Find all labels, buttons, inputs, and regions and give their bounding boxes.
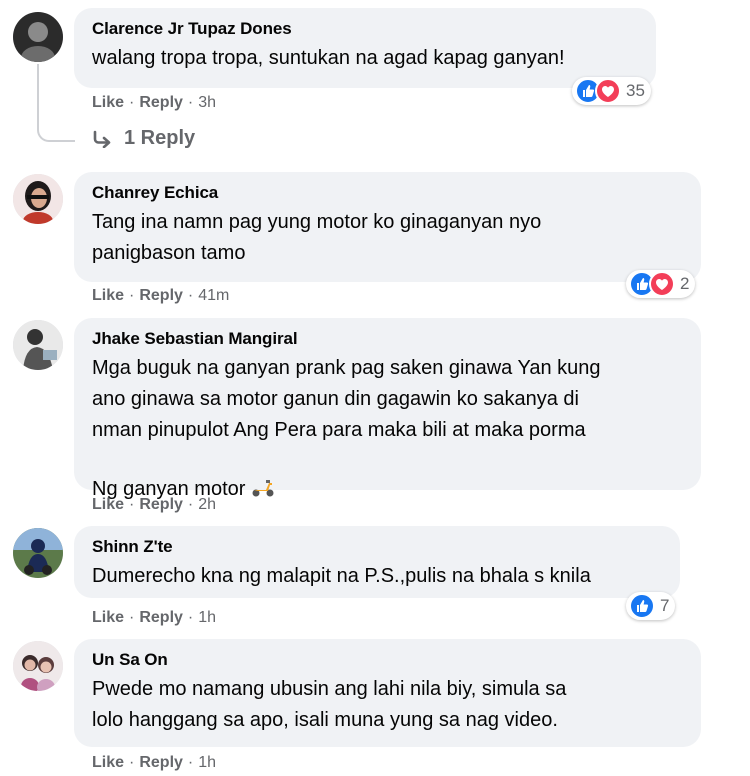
avatar[interactable]: [13, 320, 63, 370]
comment-bubble: Clarence Jr Tupaz Dones walang tropa tro…: [74, 8, 656, 88]
comment-bubble: Shinn Z'te Dumerecho kna ng malapit na P…: [74, 526, 680, 598]
comment-time[interactable]: 1h: [198, 754, 216, 771]
comment-author[interactable]: Clarence Jr Tupaz Dones: [92, 18, 640, 40]
comment-text: Pwede mo namang ubusin ang lahi nila biy…: [92, 678, 567, 731]
like-button[interactable]: Like: [92, 609, 124, 626]
comment-author[interactable]: Un Sa On: [92, 649, 685, 671]
reaction-summary[interactable]: 7: [626, 592, 676, 620]
reaction-summary[interactable]: 2: [626, 270, 696, 298]
reply-button[interactable]: Reply: [139, 94, 183, 111]
comment-text: Tang ina namn pag yung motor ko ginagany…: [92, 211, 542, 264]
avatar[interactable]: [13, 174, 63, 224]
separator-dot: ·: [129, 287, 135, 304]
comment-time[interactable]: 1h: [198, 609, 216, 626]
separator-dot: ·: [187, 496, 194, 513]
comment-time[interactable]: 3h: [198, 94, 216, 111]
comment-actions: Like · Reply · 2h: [92, 495, 216, 515]
separator-dot: ·: [129, 496, 135, 513]
love-reaction-icon: [595, 78, 621, 104]
like-button[interactable]: Like: [92, 496, 124, 513]
comment-actions: Like · Reply · 1h: [92, 753, 216, 773]
separator-dot: ·: [187, 287, 194, 304]
reaction-count: 35: [626, 81, 645, 100]
like-reaction-icon: [629, 593, 655, 619]
reply-arrow-icon: [93, 130, 111, 148]
avatar[interactable]: [13, 528, 63, 578]
avatar[interactable]: [13, 12, 63, 62]
separator-dot: ·: [129, 754, 135, 771]
reply-button[interactable]: Reply: [139, 609, 183, 626]
view-replies-link[interactable]: 1 Reply: [92, 127, 195, 150]
comment-bubble: Un Sa On Pwede mo namang ubusin ang lahi…: [74, 639, 701, 747]
separator-dot: ·: [187, 609, 194, 626]
replies-count-label[interactable]: 1 Reply: [124, 127, 195, 150]
avatar[interactable]: [13, 641, 63, 691]
reaction-summary[interactable]: 35: [572, 77, 651, 105]
comment-author[interactable]: Jhake Sebastian Mangiral: [92, 328, 685, 350]
comment-text: walang tropa tropa, suntukan na agad kap…: [92, 47, 565, 69]
reaction-count: 2: [680, 274, 690, 293]
separator-dot: ·: [129, 94, 135, 111]
separator-dot: ·: [187, 754, 194, 771]
reply-button[interactable]: Reply: [139, 496, 183, 513]
reply-button[interactable]: Reply: [139, 287, 183, 304]
scooter-icon: [251, 446, 275, 508]
comment-text: Dumerecho kna ng malapit na P.S.,pulis n…: [92, 565, 591, 587]
reply-thread-line: [37, 64, 75, 142]
comment-actions: Like · Reply · 1h: [92, 608, 216, 628]
reaction-count: 7: [660, 596, 670, 615]
like-button[interactable]: Like: [92, 94, 124, 111]
comment-text: Mga buguk na ganyan prank pag saken gina…: [92, 353, 685, 508]
comment-author[interactable]: Shinn Z'te: [92, 536, 664, 558]
comment-text-body: Mga buguk na ganyan prank pag saken gina…: [92, 357, 601, 500]
comment-actions: Like · Reply · 3h: [92, 93, 216, 113]
comment-author[interactable]: Chanrey Echica: [92, 182, 685, 204]
comment-actions: Like · Reply · 41m: [92, 286, 229, 306]
like-button[interactable]: Like: [92, 754, 124, 771]
separator-dot: ·: [187, 94, 194, 111]
separator-dot: ·: [129, 609, 135, 626]
comment-bubble: Chanrey Echica Tang ina namn pag yung mo…: [74, 172, 701, 282]
like-button[interactable]: Like: [92, 287, 124, 304]
comment-time[interactable]: 2h: [198, 496, 216, 513]
comment-bubble: Jhake Sebastian Mangiral Mga buguk na ga…: [74, 318, 701, 500]
reply-button[interactable]: Reply: [139, 754, 183, 771]
love-reaction-icon: [649, 271, 675, 297]
comment-time[interactable]: 41m: [198, 287, 229, 304]
